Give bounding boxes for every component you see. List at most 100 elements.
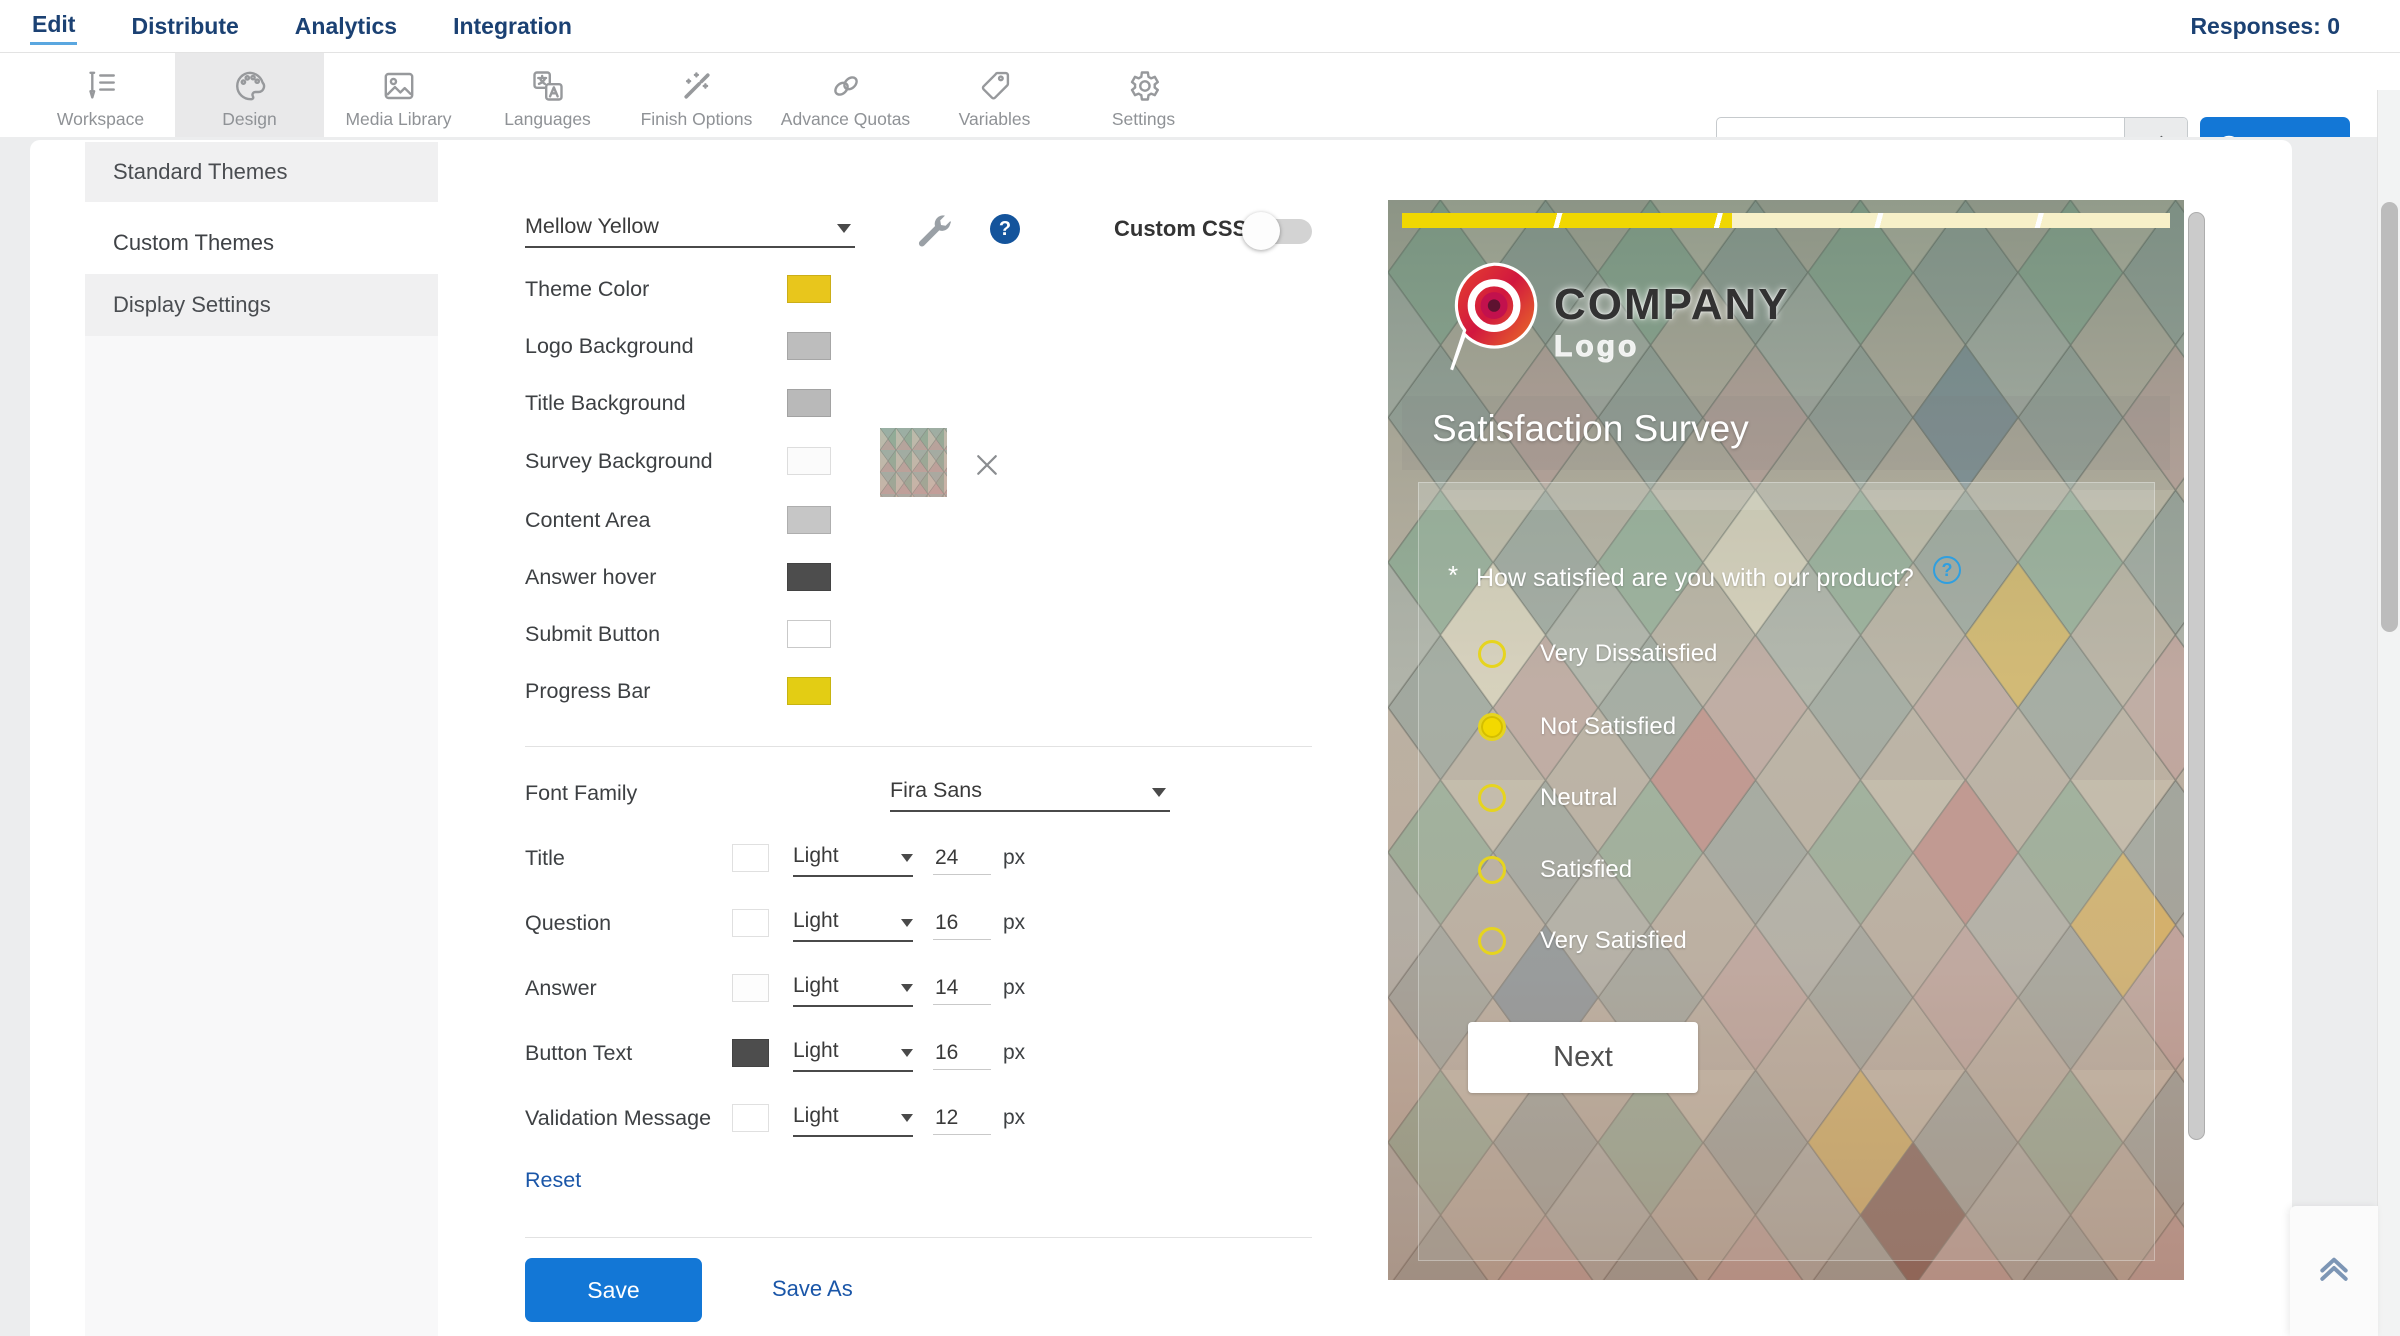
button-text-size-input[interactable] bbox=[933, 1037, 991, 1070]
option-label[interactable]: Very Satisfied bbox=[1540, 927, 1687, 955]
option-label[interactable]: Very Dissatisfied bbox=[1540, 640, 1717, 668]
sidebar-item-custom-themes[interactable]: Custom Themes bbox=[85, 212, 438, 274]
progress-bar-swatch[interactable] bbox=[787, 677, 831, 705]
next-button[interactable]: Next bbox=[1468, 1022, 1698, 1093]
nav-tab-analytics[interactable]: Analytics bbox=[293, 9, 399, 44]
question-color-swatch[interactable] bbox=[732, 909, 769, 937]
title-background-swatch[interactable] bbox=[787, 389, 831, 417]
answer-weight-select[interactable]: Light bbox=[793, 971, 913, 1007]
settings-icon bbox=[1126, 60, 1162, 104]
submit-button-swatch[interactable] bbox=[787, 620, 831, 648]
unit-label: px bbox=[1003, 841, 1025, 875]
remove-image-icon[interactable] bbox=[972, 450, 1002, 485]
help-icon[interactable]: ? bbox=[990, 214, 1020, 244]
chevron-down-icon bbox=[901, 1049, 913, 1057]
chevron-down-icon bbox=[837, 224, 851, 233]
sidebar-item-display-settings[interactable]: Display Settings bbox=[85, 274, 438, 336]
validation-weight-select[interactable]: Light bbox=[793, 1101, 913, 1137]
title-size-input[interactable] bbox=[933, 842, 991, 875]
survey-progress-fill bbox=[1402, 213, 1732, 228]
toolbar-item-label: Media Library bbox=[345, 109, 451, 130]
logo-background-swatch[interactable] bbox=[787, 332, 831, 360]
chevron-down-icon bbox=[901, 984, 913, 992]
survey-preview-pane: COMPANY Logo Satisfaction Survey * How s… bbox=[1388, 200, 2184, 1280]
toolbar-item-label: Languages bbox=[504, 109, 591, 130]
color-row-label: Progress Bar bbox=[525, 674, 650, 708]
answer-hover-swatch[interactable] bbox=[787, 563, 831, 591]
browser-scrollbar-thumb[interactable] bbox=[2381, 202, 2398, 632]
custom-css-label: Custom CSS bbox=[1114, 214, 1247, 244]
color-row-label: Theme Color bbox=[525, 272, 649, 306]
validation-size-input[interactable] bbox=[933, 1102, 991, 1135]
weight-value: Light bbox=[793, 1104, 839, 1127]
question-help-icon[interactable]: ? bbox=[1933, 556, 1961, 584]
toolbar-item-design[interactable]: Design bbox=[175, 53, 324, 137]
theme-color-swatch[interactable] bbox=[787, 275, 831, 303]
advance-quotas-icon bbox=[828, 60, 864, 104]
chevron-down-icon bbox=[1152, 788, 1166, 797]
media-library-icon bbox=[381, 60, 417, 104]
toolbar-item-languages[interactable]: Languages bbox=[473, 53, 622, 137]
answer-color-swatch[interactable] bbox=[732, 974, 769, 1002]
theme-select-value: Mellow Yellow bbox=[525, 214, 659, 238]
font-family-label: Font Family bbox=[525, 776, 637, 810]
weight-value: Light bbox=[793, 909, 839, 932]
required-asterisk: * bbox=[1448, 560, 1458, 591]
custom-css-toggle-knob[interactable] bbox=[1242, 212, 1280, 250]
radio-very-dissatisfied[interactable] bbox=[1478, 640, 1506, 668]
design-icon bbox=[232, 60, 268, 104]
survey-progress-bar bbox=[1402, 213, 2170, 228]
logo-tagline: Logo bbox=[1554, 330, 1790, 364]
color-row-label: Logo Background bbox=[525, 329, 694, 363]
responses-count: Responses: 0 bbox=[2190, 0, 2340, 52]
save-as-link[interactable]: Save As bbox=[772, 1276, 853, 1302]
option-label[interactable]: Not Satisfied bbox=[1540, 713, 1676, 741]
question-size-input[interactable] bbox=[933, 907, 991, 940]
theme-select[interactable]: Mellow Yellow bbox=[525, 210, 855, 248]
radio-not-satisfied[interactable] bbox=[1478, 713, 1506, 741]
nav-tab-edit[interactable]: Edit bbox=[30, 7, 77, 45]
radio-very-satisfied[interactable] bbox=[1478, 927, 1506, 955]
toolbar-item-finish-options[interactable]: Finish Options bbox=[622, 53, 771, 137]
toolbar-item-settings[interactable]: Settings bbox=[1069, 53, 1218, 137]
validation-color-swatch[interactable] bbox=[732, 1104, 769, 1132]
reset-link[interactable]: Reset bbox=[525, 1168, 581, 1193]
top-nav: Edit Distribute Analytics Integration Re… bbox=[0, 0, 2400, 53]
nav-tab-distribute[interactable]: Distribute bbox=[129, 9, 240, 44]
toolbar-item-advance-quotas[interactable]: Advance Quotas bbox=[771, 53, 920, 137]
toolbar-item-media-library[interactable]: Media Library bbox=[324, 53, 473, 137]
save-button[interactable]: Save bbox=[525, 1258, 702, 1322]
title-color-swatch[interactable] bbox=[732, 844, 769, 872]
section-divider bbox=[525, 746, 1312, 747]
font-family-value: Fira Sans bbox=[890, 778, 982, 802]
button-text-weight-select[interactable]: Light bbox=[793, 1036, 913, 1072]
survey-background-image-thumbnail[interactable] bbox=[880, 428, 947, 497]
browser-scrollbar-track[interactable] bbox=[2377, 90, 2400, 1336]
font-family-select[interactable]: Fira Sans bbox=[890, 774, 1170, 812]
nav-tab-integration[interactable]: Integration bbox=[451, 9, 574, 44]
content-area-swatch[interactable] bbox=[787, 506, 831, 534]
chevron-down-icon bbox=[901, 854, 913, 862]
wrench-icon[interactable] bbox=[916, 212, 954, 255]
option-label[interactable]: Satisfied bbox=[1540, 856, 1632, 884]
scroll-to-top-button[interactable] bbox=[2290, 1206, 2378, 1336]
question-weight-select[interactable]: Light bbox=[793, 906, 913, 942]
logo-company-name: COMPANY bbox=[1554, 280, 1790, 330]
answer-size-input[interactable] bbox=[933, 972, 991, 1005]
sidebar-item-standard-themes[interactable]: Standard Themes bbox=[85, 142, 438, 202]
font-row-label: Validation Message bbox=[525, 1101, 711, 1135]
title-weight-select[interactable]: Light bbox=[793, 841, 913, 877]
unit-label: px bbox=[1003, 971, 1025, 1005]
option-label[interactable]: Neutral bbox=[1540, 784, 1617, 812]
font-row-label: Answer bbox=[525, 971, 597, 1005]
toolbar-item-label: Finish Options bbox=[641, 109, 753, 130]
button-text-color-swatch[interactable] bbox=[732, 1039, 769, 1067]
radio-neutral[interactable] bbox=[1478, 784, 1506, 812]
survey-background-swatch[interactable] bbox=[787, 447, 831, 475]
sidebar-column bbox=[85, 336, 438, 1336]
radio-satisfied[interactable] bbox=[1478, 856, 1506, 884]
font-row-label: Question bbox=[525, 906, 611, 940]
toolbar-item-workspace[interactable]: Workspace bbox=[26, 53, 175, 137]
preview-scrollbar-thumb[interactable] bbox=[2188, 212, 2205, 1140]
toolbar-item-variables[interactable]: Variables bbox=[920, 53, 1069, 137]
